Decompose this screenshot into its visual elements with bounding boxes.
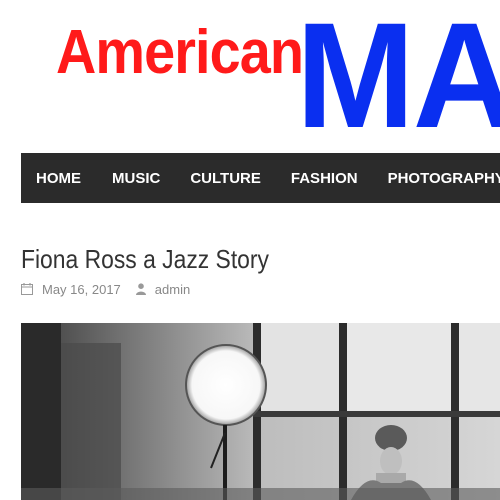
- page: American MAG HOME MUSIC CULTURE FASHION …: [0, 0, 500, 500]
- main-navigation: HOME MUSIC CULTURE FASHION PHOTOGRAPHY: [21, 153, 500, 203]
- post-date[interactable]: May 16, 2017: [42, 282, 121, 297]
- nav-item-culture[interactable]: CULTURE: [190, 153, 261, 203]
- post-meta: May 16, 2017 admin: [21, 280, 190, 298]
- nav-item-home[interactable]: HOME: [36, 153, 81, 203]
- calendar-icon: [21, 283, 33, 295]
- site-logo[interactable]: American MAG: [0, 0, 500, 150]
- nav-item-photography[interactable]: PHOTOGRAPHY: [388, 153, 500, 203]
- user-icon: [135, 283, 147, 295]
- logo-american-text: American: [56, 18, 304, 87]
- featured-image[interactable]: [21, 323, 500, 500]
- nav-item-music[interactable]: MUSIC: [112, 153, 160, 203]
- post-author[interactable]: admin: [155, 282, 190, 297]
- post-title: Fiona Ross a Jazz Story: [21, 244, 269, 274]
- logo-mag-text: MAG: [296, 0, 500, 159]
- nav-item-fashion[interactable]: FASHION: [291, 153, 358, 203]
